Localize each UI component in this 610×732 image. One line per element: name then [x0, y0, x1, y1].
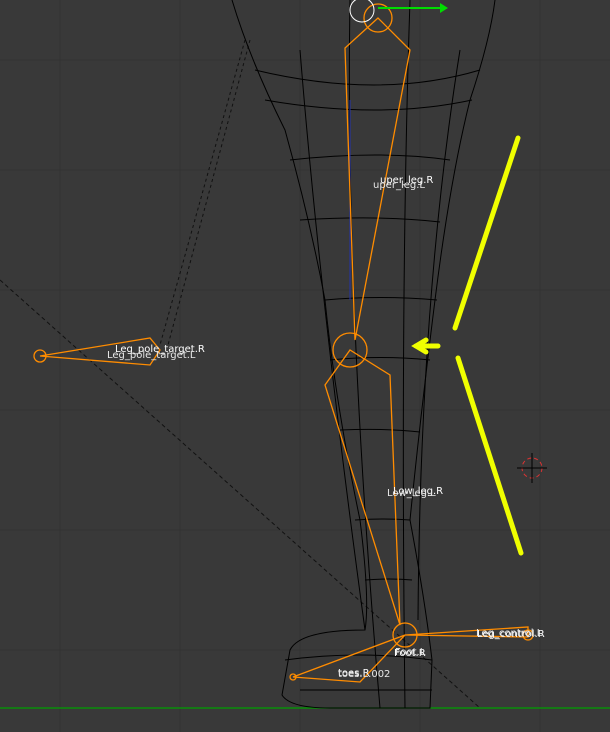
leg-mesh-wireframe — [231, 0, 496, 709]
object-origin-gizmo[interactable] — [349, 0, 448, 23]
bone-label-toes-l: toes.L.002 — [338, 669, 390, 680]
armature-bones — [33, 3, 534, 683]
dashed-relation-line — [159, 39, 246, 346]
3d-cursor-icon[interactable] — [517, 453, 547, 483]
3d-viewport[interactable]: uper_leg.R uper_leg.L Leg_pole_target.R … — [0, 0, 610, 732]
bone-label-pole-target-l: Leg_pole_target.L — [107, 350, 196, 361]
bone-label-low-leg-l: Low_leg.L — [387, 488, 436, 499]
bone-label-upper-leg-l: uper_leg.L — [373, 180, 425, 191]
viewport-canvas[interactable]: uper_leg.R uper_leg.L Leg_pole_target.R … — [0, 0, 610, 732]
bone-label-foot-l: Foot.L — [395, 647, 426, 658]
bone-label-leg-control-l: Leg_control.L — [476, 628, 543, 639]
